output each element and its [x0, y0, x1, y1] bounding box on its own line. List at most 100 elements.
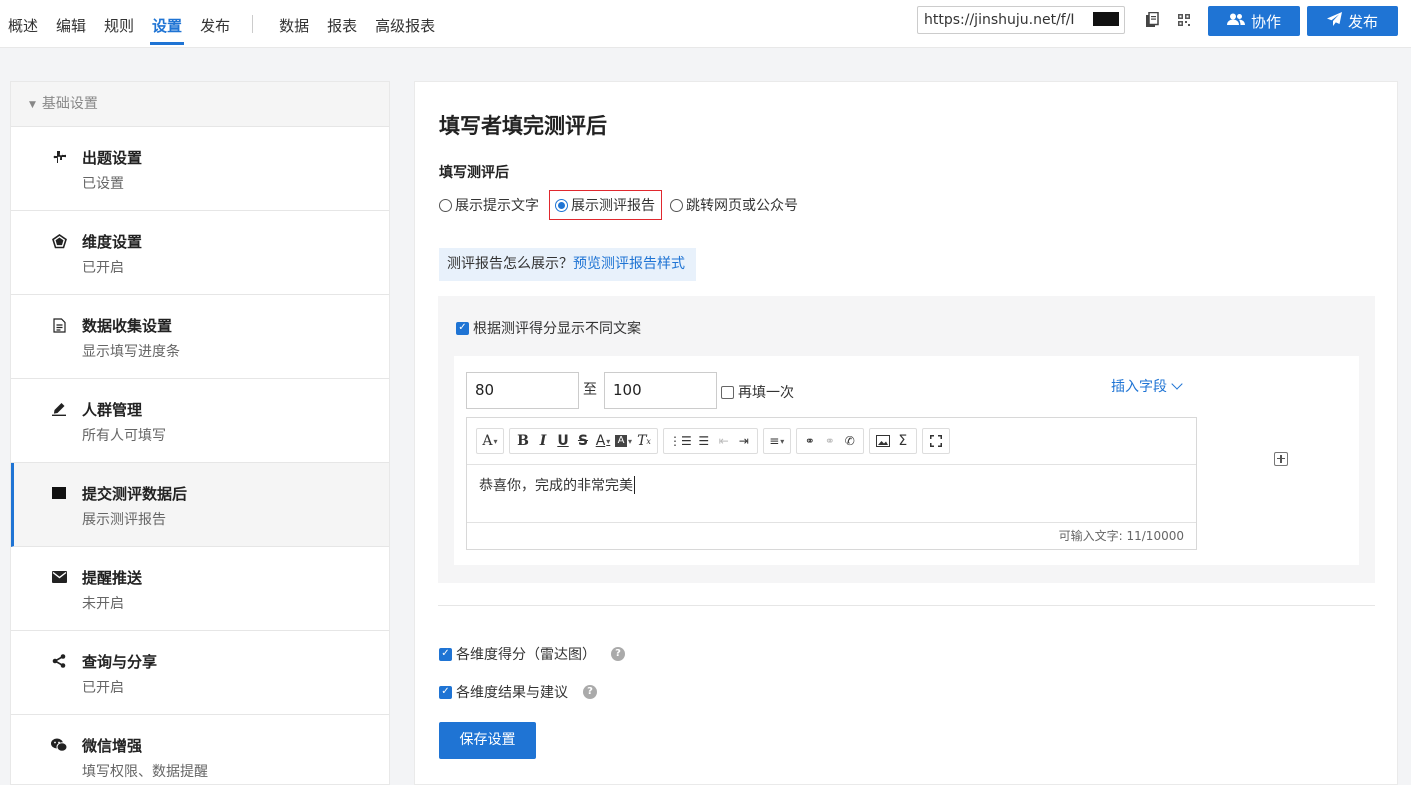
sidebar-item-title: 数据收集设置 — [82, 317, 173, 335]
nav-settings[interactable]: 设置 — [150, 0, 185, 48]
nav-publish[interactable]: 发布 — [200, 0, 230, 48]
after-fill-radio-group: 展示提示文字 展示测评报告 跳转网页或公众号 — [439, 190, 806, 220]
toolbar-group-media: Σ — [868, 428, 917, 454]
radio-show-report[interactable]: 展示测评报告 — [549, 190, 662, 220]
sidebar-item-status: 显示填写进度条 — [82, 344, 180, 360]
sidebar-item-wechat[interactable]: 微信增强 填写权限、数据提醒 — [11, 715, 389, 785]
url-redaction — [1093, 12, 1119, 26]
checkbox-label: 各维度得分（雷达图） — [456, 647, 596, 663]
save-settings-button[interactable]: 保存设置 — [439, 722, 536, 759]
image-icon[interactable] — [873, 429, 893, 453]
nav-divider — [252, 15, 254, 33]
radio-circle — [439, 198, 452, 212]
refill-checkbox[interactable]: 再填一次 — [721, 382, 794, 402]
sidebar-item-data-collection[interactable]: 数据收集设置 显示填写进度条 — [11, 295, 389, 379]
nav-edit[interactable]: 编辑 — [56, 0, 86, 48]
qrcode-icon[interactable] — [1170, 6, 1198, 34]
unordered-list-icon[interactable]: ☰ — [694, 429, 714, 453]
align-icon[interactable]: ≡ ▾ — [767, 429, 787, 453]
publish-button[interactable]: 发布 — [1307, 6, 1398, 36]
strikethrough-icon[interactable]: S — [573, 429, 593, 453]
sidebar-item-after-submit[interactable]: 提交测评数据后 展示测评报告 — [11, 463, 389, 547]
square-icon — [51, 485, 67, 501]
range-to-label: 至 — [583, 382, 597, 398]
link-icon[interactable]: ⚭ — [800, 429, 820, 453]
unlink-icon[interactable]: ⚭ — [820, 429, 840, 453]
settings-main-panel: 填写者填完测评后 填写测评后 展示提示文字 展示测评报告 跳转网页或公众号 测评… — [414, 81, 1398, 785]
checkmark-icon: ✓ — [439, 685, 452, 699]
score-from-input[interactable]: 80 — [466, 372, 579, 409]
sidebar-item-reminders[interactable]: 提醒推送 未开启 — [11, 547, 389, 631]
nav-advanced-reports[interactable]: 高级报表 — [375, 0, 435, 48]
collaborate-label: 协作 — [1250, 12, 1281, 31]
toolbar-group-format: B I U S A ▾ A ▾ Tx — [509, 428, 659, 454]
nav-rules[interactable]: 规则 — [104, 0, 134, 48]
outdent-icon[interactable]: ⇤ — [714, 429, 734, 453]
rich-text-editor: A ▾ B I U S A ▾ A ▾ Tx ⋮☰ ☰ ⇤ ⇥ ≡ ▾ ⚭ ⚭ … — [466, 417, 1197, 550]
help-icon[interactable]: ? — [583, 685, 597, 699]
top-nav: 概述 编辑 规则 设置 发布 数据 报表 高级报表 — [8, 0, 453, 48]
font-size-icon[interactable]: A ▾ — [480, 429, 500, 453]
score-range-rule: 80 至 100 再填一次 插入字段 A ▾ B I U S A ▾ A ▾ T… — [454, 356, 1359, 565]
add-rule-plus-icon[interactable] — [1274, 452, 1288, 466]
toolbar-group-insert: ⚭ ⚭ ✆ — [795, 428, 864, 454]
indent-icon[interactable]: ⇥ — [734, 429, 754, 453]
toolbar-group-align: ≡ ▾ — [762, 428, 791, 454]
background-color-icon[interactable]: A ▾ — [613, 429, 634, 453]
send-icon — [1326, 12, 1342, 30]
underline-icon[interactable]: U — [553, 429, 573, 453]
radio-show-text[interactable]: 展示提示文字 — [439, 190, 539, 220]
sidebar-item-title: 人群管理 — [82, 401, 143, 419]
sidebar-item-dimension-settings[interactable]: 维度设置 已开启 — [11, 211, 389, 295]
report-hint-banner: 测评报告怎么展示？预览测评报告样式 — [439, 248, 696, 281]
ordered-list-icon[interactable]: ⋮☰ — [667, 429, 694, 453]
radar-icon — [51, 233, 67, 249]
score-copy-panel: ✓ 根据测评得分显示不同文案 80 至 100 再填一次 插入字段 A ▾ B I — [438, 296, 1375, 583]
users-icon — [1226, 13, 1245, 30]
sidebar-item-title: 微信增强 — [82, 737, 143, 755]
radio-label: 展示提示文字 — [455, 198, 539, 214]
puzzle-icon — [51, 149, 67, 165]
sidebar-section-basic[interactable]: ▼ 基础设置 — [11, 82, 389, 127]
section-label: 填写测评后 — [439, 165, 509, 181]
triangle-down-icon: ▼ — [29, 100, 36, 110]
phone-icon[interactable]: ✆ — [840, 429, 860, 453]
wechat-icon — [51, 737, 67, 753]
bold-icon[interactable]: B — [513, 429, 533, 453]
document-icon — [51, 317, 67, 333]
nav-overview[interactable]: 概述 — [8, 0, 38, 48]
checkbox-box — [721, 385, 734, 399]
nav-data[interactable]: 数据 — [279, 0, 309, 48]
sidebar-item-status: 已开启 — [82, 680, 124, 696]
radar-score-checkbox[interactable]: ✓ 各维度得分（雷达图） ? — [439, 644, 625, 664]
dimension-advice-checkbox[interactable]: ✓ 各维度结果与建议 ? — [439, 682, 597, 702]
fullscreen-icon[interactable] — [926, 429, 946, 453]
chevron-down-icon — [1171, 378, 1183, 390]
insert-field-dropdown[interactable]: 插入字段 — [1111, 376, 1183, 396]
italic-icon[interactable]: I — [533, 429, 553, 453]
sidebar-item-status: 展示测评报告 — [82, 512, 166, 528]
copy-icon[interactable] — [1138, 6, 1166, 34]
sidebar-item-title: 提交测评数据后 — [82, 485, 188, 503]
sidebar-item-status: 填写权限、数据提醒 — [82, 764, 208, 780]
radio-redirect[interactable]: 跳转网页或公众号 — [670, 190, 798, 220]
sidebar-item-query-share[interactable]: 查询与分享 已开启 — [11, 631, 389, 715]
sidebar-item-audience[interactable]: 人群管理 所有人可填写 — [11, 379, 389, 463]
score-copy-checkbox[interactable]: ✓ 根据测评得分显示不同文案 — [456, 318, 641, 338]
checkbox-label: 根据测评得分显示不同文案 — [473, 321, 641, 337]
preview-report-link[interactable]: 预览测评报告样式 — [573, 256, 685, 272]
formula-icon[interactable]: Σ — [893, 429, 913, 453]
collaborate-button[interactable]: 协作 — [1208, 6, 1300, 36]
font-color-icon[interactable]: A ▾ — [593, 429, 613, 453]
nav-reports[interactable]: 报表 — [327, 0, 357, 48]
editor-toolbar: A ▾ B I U S A ▾ A ▾ Tx ⋮☰ ☰ ⇤ ⇥ ≡ ▾ ⚭ ⚭ … — [467, 418, 1196, 465]
hint-text: 测评报告怎么展示？ — [447, 256, 573, 272]
clear-format-icon[interactable]: Tx — [634, 429, 654, 453]
score-to-input[interactable]: 100 — [604, 372, 717, 409]
help-icon[interactable]: ? — [611, 647, 625, 661]
page-title: 填写者填完测评后 — [439, 114, 607, 138]
publish-label: 发布 — [1347, 12, 1378, 31]
editor-content[interactable]: 恭喜你，完成的非常完美 — [479, 475, 635, 495]
insert-field-label: 插入字段 — [1111, 379, 1167, 395]
sidebar-item-question-settings[interactable]: 出题设置 已设置 — [11, 127, 389, 211]
